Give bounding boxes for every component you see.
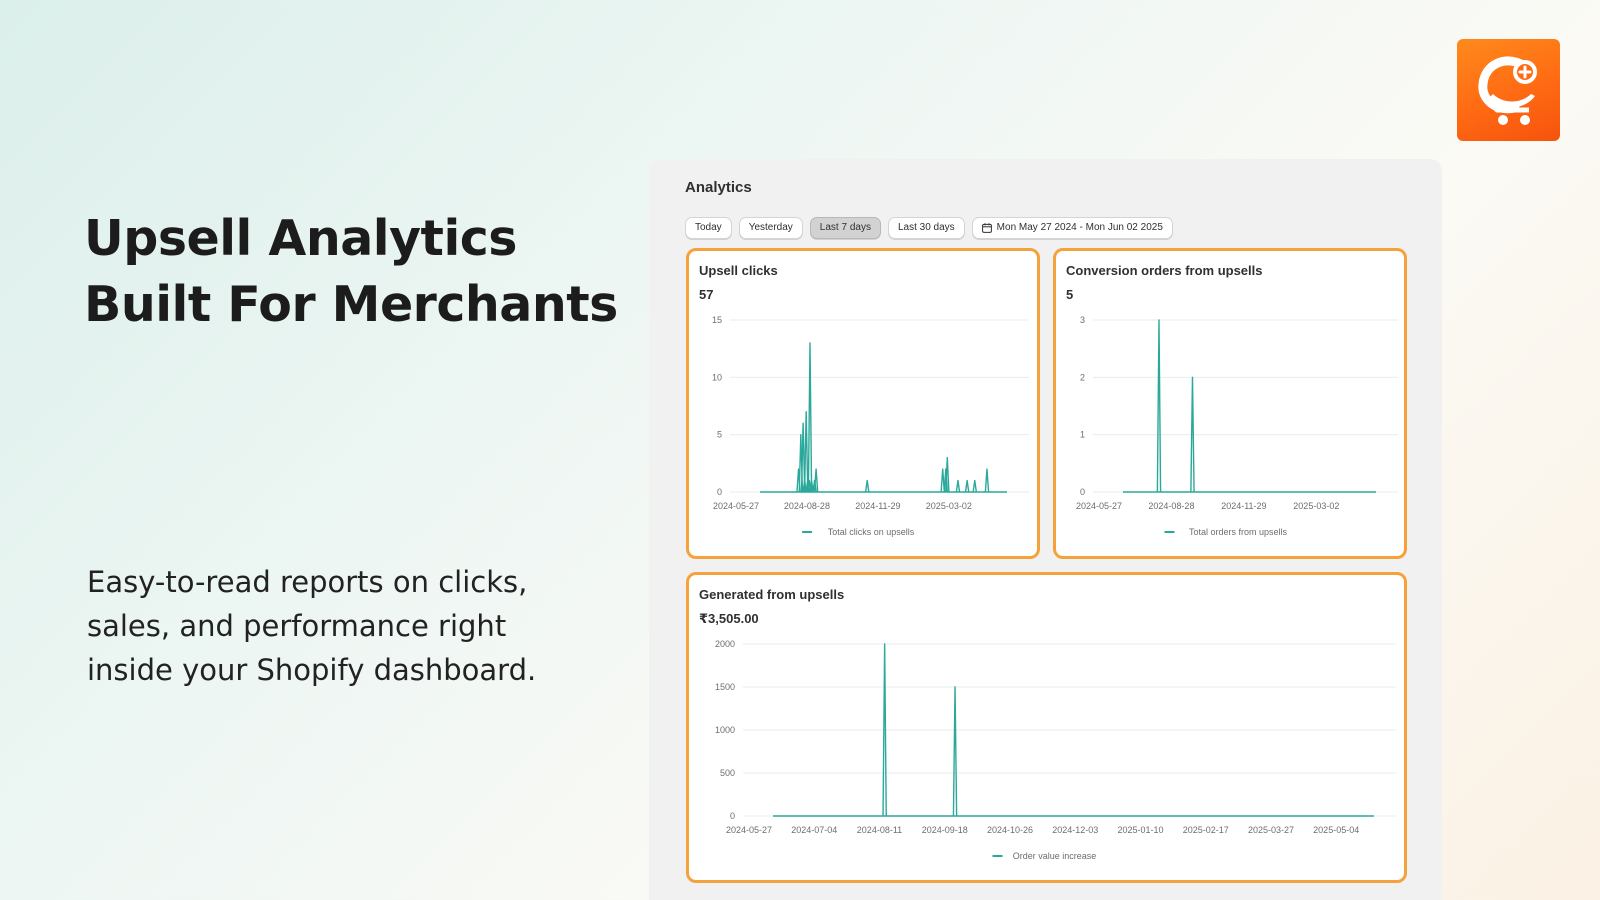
y-tick-label: 1000 [715,725,735,735]
x-tick-label: 2025-05-04 [1313,825,1359,835]
hero-subtitle-line-3: inside your Shopify dashboard. [87,653,537,687]
filter-yesterday-button[interactable]: Yesterday [738,217,803,239]
app-logo [1457,39,1560,141]
series-point [807,342,813,493]
hero-title-line-1: Upsell Analytics [84,210,517,267]
y-tick-label: 1500 [715,682,735,692]
analytics-title: Analytics [685,179,752,196]
series-point [972,479,978,493]
legend-label: Order value increase [1013,851,1097,861]
x-tick-label: 2024-08-28 [784,501,830,511]
x-tick-label: 2024-11-29 [1221,501,1266,511]
hero-subtitle-line-1: Easy-to-read reports on clicks, [87,565,528,599]
upsell-clicks-chart: 15 10 5 0 2024-05-27 2024-08-28 2024-11-29 2025… [712,315,1029,537]
y-tick-label: 3 [1080,315,1085,325]
chart-legend: Total orders from upsells [1164,527,1288,537]
series-point [864,479,870,493]
upsell-clicks-card: Upsell clicks 57 15 10 5 0 2024-05-27 2024-08… [686,248,1040,559]
x-tick-label: 2025-01-10 [1117,825,1163,835]
chart-legend: Order value increase [992,851,1097,861]
filter-last-7-days-button[interactable]: Last 7 days [809,217,881,239]
filter-last-30-days-button[interactable]: Last 30 days [887,217,965,239]
legend-label: Total orders from upsells [1189,527,1288,537]
hero-title: Upsell Analytics Built For Merchants [84,206,618,338]
x-tick-label: 2024-08-28 [1148,501,1194,511]
x-tick-label: 2024-07-04 [791,825,837,835]
series-point [964,479,970,493]
series-point [984,468,990,493]
chart-legend: Total clicks on upsells [802,527,915,537]
generated-revenue-chart: 2000 1500 1000 500 0 2024-05-27 2024-07-04 2024… [715,639,1396,861]
y-tick-label: 0 [1080,487,1085,497]
series-point [803,411,809,493]
x-tick-label: 2025-03-27 [1248,825,1294,835]
x-tick-label: 2025-02-17 [1183,825,1229,835]
x-tick-label: 2025-03-02 [1293,501,1339,511]
hero-subtitle-line-2: sales, and performance right [87,609,507,643]
y-tick-label: 15 [712,315,722,325]
x-tick-label: 2024-12-03 [1052,825,1098,835]
x-tick-label: 2024-05-27 [1076,501,1122,511]
y-tick-label: 2 [1080,372,1085,382]
series-point [952,686,958,817]
y-tick-label: 2000 [715,639,735,649]
x-tick-label: 2025-03-02 [926,501,972,511]
y-tick-label: 1 [1080,430,1085,440]
x-tick-label: 2024-11-29 [855,501,900,511]
hero-subtitle: Easy-to-read reports on clicks, sales, a… [87,560,567,692]
calendar-icon [981,223,992,233]
cart-swirl-logo-icon [1477,56,1537,125]
date-range-label: Mon May 27 2024 - Mon Jun 02 2025 [996,222,1163,233]
series-point [955,479,961,493]
generated-revenue-card: Generated from upsells ₹3,505.00 2000 150… [686,572,1407,883]
conversion-orders-card: Conversion orders from upsells 5 3 2 1 0 202… [1053,248,1407,559]
date-filter-bar: Today Yesterday Last 7 days Last 30 days… [685,217,1173,239]
legend-label: Total clicks on upsells [828,527,915,537]
x-tick-label: 2024-09-18 [922,825,968,835]
y-tick-label: 0 [717,487,722,497]
y-tick-label: 0 [730,811,735,821]
x-tick-label: 2024-10-26 [987,825,1033,835]
y-tick-label: 500 [720,768,735,778]
hero-title-line-2: Built For Merchants [84,276,618,333]
x-tick-label: 2024-05-27 [713,501,759,511]
analytics-panel: Analytics Today Yesterday Last 7 days La… [649,159,1442,900]
x-tick-label: 2024-08-11 [857,825,902,835]
y-tick-label: 5 [717,430,722,440]
filter-today-button[interactable]: Today [685,217,732,239]
y-tick-label: 10 [712,372,722,382]
series-point [1156,319,1162,493]
conversion-orders-chart: 3 2 1 0 2024-05-27 2024-08-28 2024-11-29 2025-0… [1076,315,1398,537]
x-tick-label: 2024-05-27 [726,825,772,835]
date-range-picker[interactable]: Mon May 27 2024 - Mon Jun 02 2025 [971,217,1173,239]
